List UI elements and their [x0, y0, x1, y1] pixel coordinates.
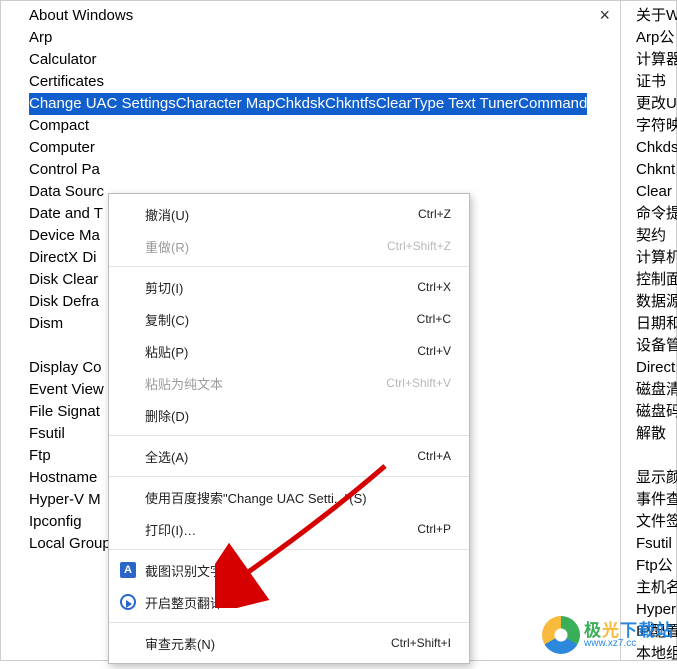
list-item: 磁盘码: [636, 401, 677, 423]
list-item: [636, 445, 677, 467]
menu-label: 全选(A): [145, 447, 417, 466]
capture-icon: A: [119, 561, 137, 579]
menu-shortcut: Ctrl+V: [417, 344, 451, 358]
list-item: 契约: [636, 225, 677, 247]
list-item[interactable]: About Windows: [29, 5, 620, 27]
list-item[interactable]: Chkdsk: [275, 93, 325, 115]
list-item: 文件签: [636, 511, 677, 533]
menu-print[interactable]: 打印(I)… Ctrl+P: [109, 513, 469, 545]
list-item: Ftp公: [636, 555, 677, 577]
menu-label: 粘贴为纯文本: [145, 374, 386, 393]
list-item: 关于W: [636, 5, 677, 27]
menu-shortcut: Ctrl+Shift+Z: [387, 239, 451, 253]
list-item[interactable]: Command: [518, 93, 587, 115]
list-item[interactable]: Chkntfs: [325, 93, 376, 115]
menu-copy[interactable]: 复制(C) Ctrl+C: [109, 303, 469, 335]
list-item: 命令提: [636, 203, 677, 225]
list-item: 主机名: [636, 577, 677, 599]
list-item: 解散: [636, 423, 677, 445]
menu-label: 审查元素(N): [145, 634, 391, 653]
list-item: Clear: [636, 181, 677, 203]
list-item[interactable]: ClearType Text Tuner: [376, 93, 518, 115]
menu-label: 使用百度搜索"Change UAC Setti..."(S): [145, 488, 451, 507]
menu-label: 重做(R): [145, 237, 387, 256]
list-item: 设备管: [636, 335, 677, 357]
menu-separator: [109, 476, 469, 477]
list-item: 事件查: [636, 489, 677, 511]
menu-shortcut: Ctrl+Shift+V: [386, 376, 451, 390]
list-item[interactable]: Character Map: [176, 93, 275, 115]
menu-separator: [109, 549, 469, 550]
watermark-title: 极光下载站: [584, 622, 674, 639]
menu-label: 开启整页翻译: [145, 593, 451, 612]
menu-translate[interactable]: 开启整页翻译: [109, 586, 469, 618]
list-item: Direct: [636, 357, 677, 379]
menu-paste[interactable]: 粘贴(P) Ctrl+V: [109, 335, 469, 367]
list-item: 字符映: [636, 115, 677, 137]
menu-separator: [109, 266, 469, 267]
menu-separator: [109, 622, 469, 623]
list-item: 数据源: [636, 291, 677, 313]
menu-separator: [109, 435, 469, 436]
menu-redo: 重做(R) Ctrl+Shift+Z: [109, 230, 469, 262]
right-panel: 关于WArp公计算器证书更改U字符映ChkdsChkntClear命令提契约计算…: [636, 1, 677, 669]
menu-inspect[interactable]: 审查元素(N) Ctrl+Shift+I: [109, 627, 469, 659]
list-item[interactable]: Calculator: [29, 49, 620, 71]
watermark: 极光下载站 www.xz7.cc: [542, 616, 674, 654]
context-menu: 撤消(U) Ctrl+Z 重做(R) Ctrl+Shift+Z 剪切(I) Ct…: [108, 193, 470, 664]
menu-label: 撤消(U): [145, 205, 418, 224]
menu-label: 粘贴(P): [145, 342, 417, 361]
menu-label: 复制(C): [145, 310, 417, 329]
list-item[interactable]: Certificates: [29, 71, 620, 93]
list-item[interactable]: Control Pa: [29, 159, 620, 181]
menu-shortcut: Ctrl+A: [417, 449, 451, 463]
list-item: 日期和: [636, 313, 677, 335]
menu-label: 截图识别文字: [145, 561, 451, 580]
menu-select-all[interactable]: 全选(A) Ctrl+A: [109, 440, 469, 472]
list-item: Chkds: [636, 137, 677, 159]
menu-label: 打印(I)…: [145, 520, 417, 539]
menu-label: 删除(D): [145, 406, 451, 425]
menu-shortcut: Ctrl+X: [417, 280, 451, 294]
translate-icon: [119, 593, 137, 611]
menu-cut[interactable]: 剪切(I) Ctrl+X: [109, 271, 469, 303]
list-item[interactable]: Arp: [29, 27, 620, 49]
list-item: Fsutil: [636, 533, 677, 555]
menu-shortcut: Ctrl+Shift+I: [391, 636, 451, 650]
list-item: 显示颜: [636, 467, 677, 489]
menu-ocr[interactable]: A 截图识别文字: [109, 554, 469, 586]
list-item: 磁盘清: [636, 379, 677, 401]
list-item[interactable]: Computer: [29, 137, 620, 159]
list-item: 更改U: [636, 93, 677, 115]
close-icon[interactable]: ×: [599, 5, 610, 26]
menu-shortcut: Ctrl+C: [417, 312, 451, 326]
list-item[interactable]: Change UAC Settings: [29, 93, 176, 115]
list-item: 计算机: [636, 247, 677, 269]
menu-paste-plain: 粘贴为纯文本 Ctrl+Shift+V: [109, 367, 469, 399]
watermark-logo-icon: [542, 616, 580, 654]
list-item: 证书: [636, 71, 677, 93]
list-item: 控制面: [636, 269, 677, 291]
menu-shortcut: Ctrl+Z: [418, 207, 451, 221]
right-list: 关于WArp公计算器证书更改U字符映ChkdsChkntClear命令提契约计算…: [636, 5, 677, 665]
menu-undo[interactable]: 撤消(U) Ctrl+Z: [109, 198, 469, 230]
list-item: Chknt: [636, 159, 677, 181]
menu-label: 剪切(I): [145, 278, 417, 297]
watermark-url: www.xz7.cc: [584, 639, 674, 649]
menu-baidu-search[interactable]: 使用百度搜索"Change UAC Setti..."(S): [109, 481, 469, 513]
menu-shortcut: Ctrl+P: [417, 522, 451, 536]
list-item: Arp公: [636, 27, 677, 49]
menu-delete[interactable]: 删除(D): [109, 399, 469, 431]
list-item[interactable]: Compact: [29, 115, 620, 137]
list-item: 计算器: [636, 49, 677, 71]
